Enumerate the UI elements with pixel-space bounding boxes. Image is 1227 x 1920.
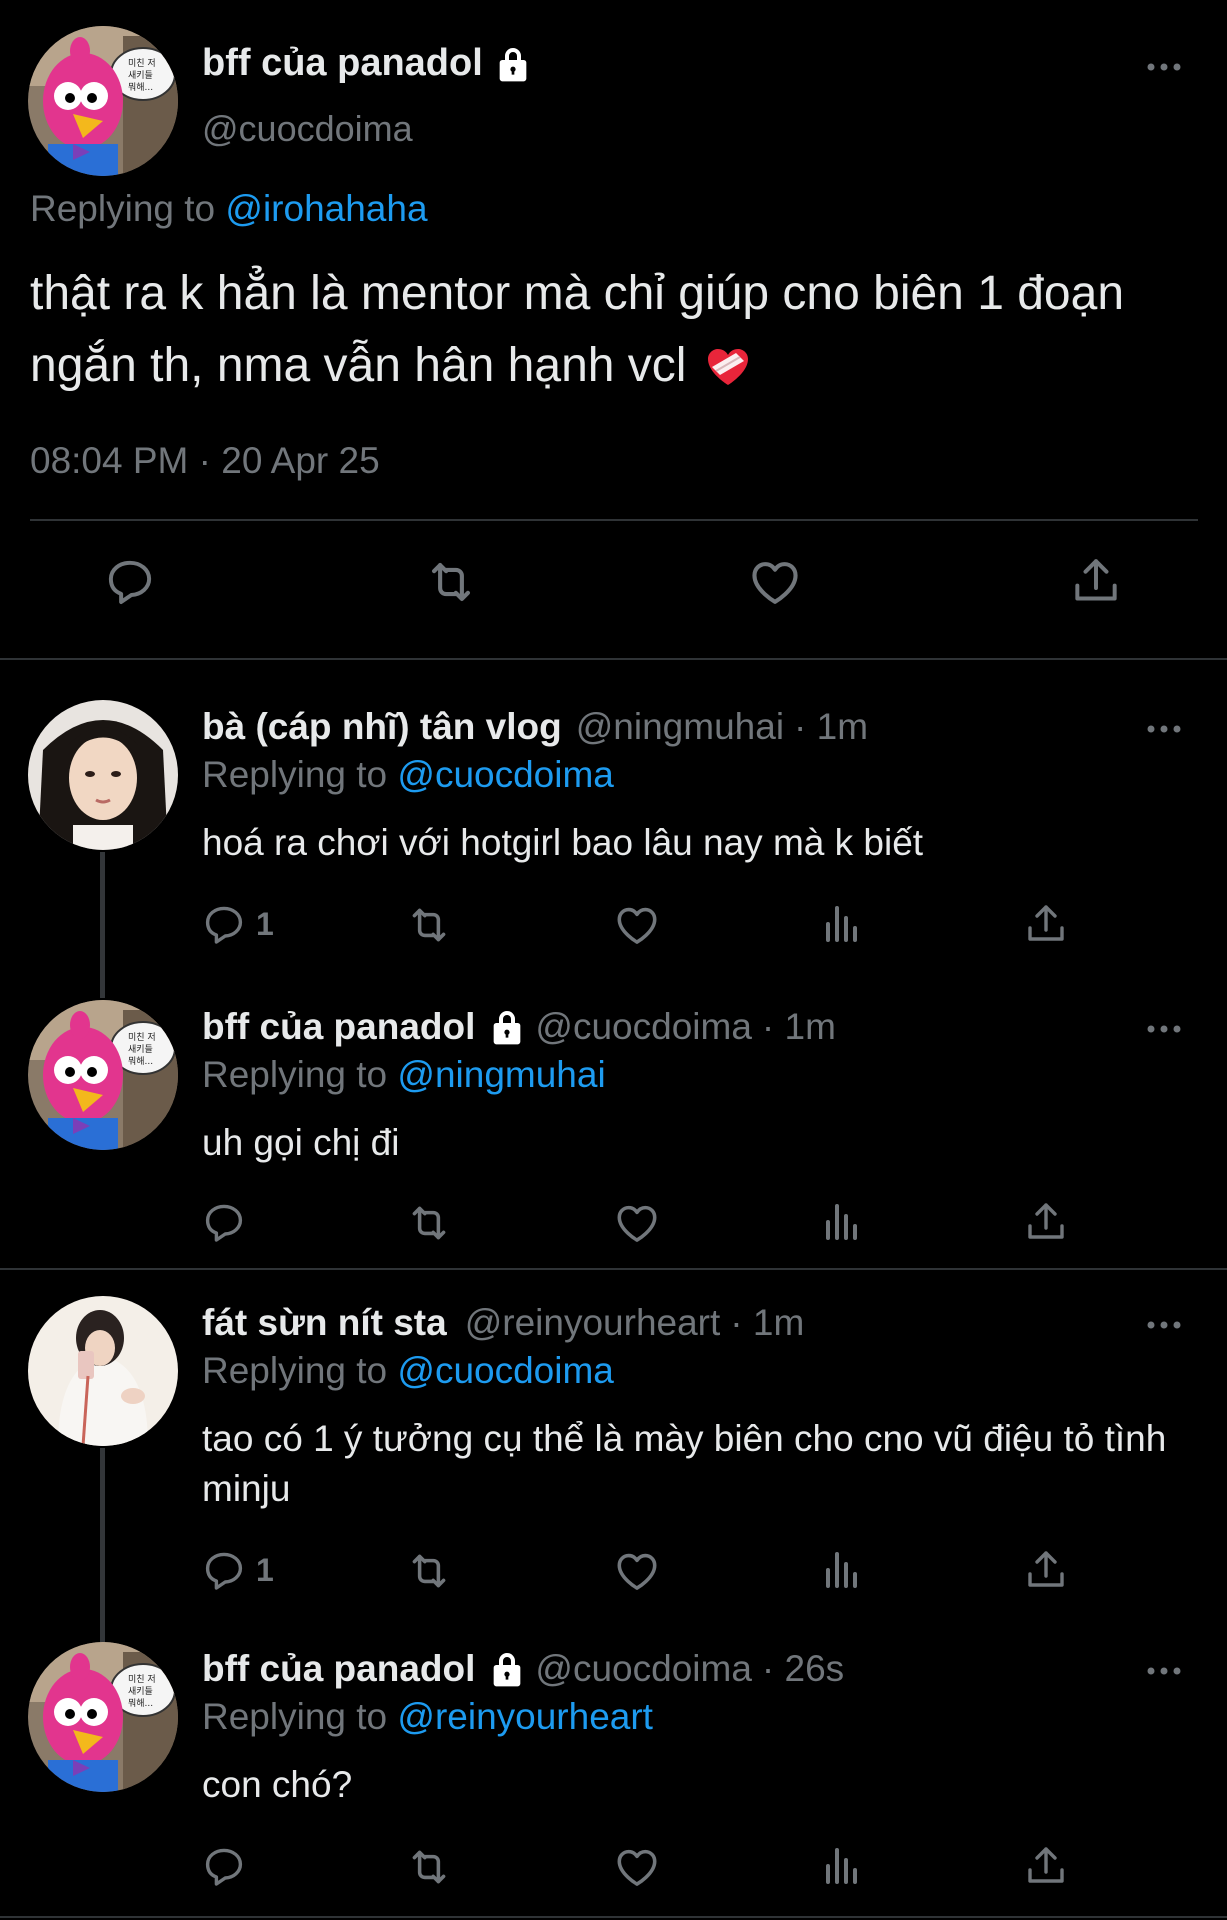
author-name-label: bff của panadol: [202, 42, 483, 84]
reply-time: · 1m: [794, 706, 869, 747]
like-icon[interactable]: [612, 1842, 662, 1892]
like-icon[interactable]: [612, 1546, 662, 1596]
more-icon[interactable]: [1146, 1024, 1182, 1034]
retweet-icon[interactable]: [422, 553, 480, 611]
tweet-text-body: thật ra k hẳn là mentor mà chỉ giúp cno …: [30, 267, 1125, 392]
replying-to-link[interactable]: @reinyourheart: [397, 1696, 653, 1737]
heart-with-bandage-icon: [706, 347, 750, 387]
replying-prefix: Replying to: [30, 188, 216, 229]
share-icon[interactable]: [1022, 1842, 1070, 1890]
replying-to: Replying to @reinyourheart: [202, 1696, 653, 1738]
author-handle[interactable]: @cuocdoima: [535, 1648, 752, 1690]
avatar[interactable]: [28, 700, 178, 850]
reply-tweet[interactable]: bà (cáp nhĩ) tân vlog @ningmuhai · 1m Re…: [0, 700, 1227, 1000]
timestamp[interactable]: 08:04 PM · 20 Apr 25: [30, 440, 380, 482]
reply-header: fát sừn nít sta @reinyourheart · 1m: [202, 1302, 804, 1344]
reply-count: 1: [256, 1551, 274, 1588]
share-icon[interactable]: [1022, 900, 1070, 948]
author-name[interactable]: fát sừn nít sta: [202, 1302, 447, 1344]
more-icon[interactable]: [1146, 1320, 1182, 1330]
author-handle[interactable]: @reinyourheart: [465, 1302, 721, 1344]
divider: [0, 1268, 1227, 1270]
divider: [0, 1916, 1227, 1918]
author-name[interactable]: bff của panadol: [202, 1006, 475, 1048]
author-name[interactable]: bff của panadol: [202, 1648, 475, 1690]
reply-text: uh gọi chị đi: [202, 1122, 400, 1163]
views-icon[interactable]: [818, 1198, 866, 1246]
retweet-icon[interactable]: [404, 1546, 454, 1596]
reply-tweet[interactable]: fát sừn nít sta @reinyourheart · 1m Repl…: [0, 1296, 1227, 1642]
tweet-text: thật ra k hẳn là mentor mà chỉ giúp cno …: [30, 258, 1200, 402]
replying-to: Replying to @cuocdoima: [202, 1350, 614, 1392]
author-name[interactable]: bà (cáp nhĩ) tân vlog: [202, 706, 562, 748]
replying-prefix: Replying to: [202, 1696, 388, 1737]
replying-prefix: Replying to: [202, 1054, 388, 1095]
views-icon[interactable]: [818, 1546, 866, 1594]
replying-to-link[interactable]: @irohahaha: [225, 188, 427, 229]
reply-icon[interactable]: [102, 553, 158, 609]
reply-tweet[interactable]: bff của panadol @cuocdoima · 26s Replyin…: [0, 1642, 1227, 1918]
reply-time: · 1m: [730, 1302, 805, 1343]
lock-icon: [491, 1650, 523, 1688]
lock-icon: [497, 45, 529, 83]
views-icon[interactable]: [818, 1842, 866, 1890]
avatar[interactable]: [28, 1642, 178, 1792]
action-bar: [0, 1198, 1227, 1254]
retweet-icon[interactable]: [404, 900, 454, 950]
reply-time: · 26s: [761, 1648, 845, 1689]
replying-to-link[interactable]: @cuocdoima: [397, 754, 614, 795]
reply-text: tao có 1 ý tưởng cụ thể là mày biên cho …: [202, 1418, 1167, 1509]
like-icon[interactable]: [612, 1198, 662, 1248]
share-icon[interactable]: [1022, 1198, 1070, 1246]
action-bar: 1: [0, 900, 1227, 956]
author-handle[interactable]: @cuocdoima: [202, 108, 413, 150]
replying-prefix: Replying to: [202, 754, 388, 795]
avatar[interactable]: [28, 1000, 178, 1150]
share-icon[interactable]: [1068, 553, 1124, 609]
avatar[interactable]: [28, 1296, 178, 1446]
replying-to: Replying to @ningmuhai: [202, 1054, 606, 1096]
replying-to-link[interactable]: @cuocdoima: [397, 1350, 614, 1391]
like-icon[interactable]: [612, 900, 662, 950]
action-bar: [0, 1842, 1227, 1898]
reply-tweet[interactable]: bff của panadol @cuocdoima · 1m Replying…: [0, 1000, 1227, 1268]
views-icon[interactable]: [818, 900, 866, 948]
replying-to: Replying to @cuocdoima: [202, 754, 614, 796]
action-bar: 1: [0, 1546, 1227, 1602]
avatar[interactable]: [28, 26, 178, 176]
author-name[interactable]: bff của panadol: [202, 42, 529, 85]
divider: [0, 658, 1227, 660]
reply-text: con chó?: [202, 1764, 353, 1805]
share-icon[interactable]: [1022, 1546, 1070, 1594]
more-icon[interactable]: [1146, 62, 1182, 72]
replying-to-link[interactable]: @ningmuhai: [397, 1054, 605, 1095]
reply-time: · 1m: [761, 1006, 836, 1047]
reply-icon[interactable]: [200, 1198, 248, 1246]
reply-header: bff của panadol @cuocdoima · 1m: [202, 1006, 836, 1048]
divider: [30, 519, 1198, 521]
reply-text: hoá ra chơi với hotgirl bao lâu nay mà k…: [202, 822, 924, 863]
more-icon[interactable]: [1146, 724, 1182, 734]
action-bar: [0, 553, 1227, 623]
replying-prefix: Replying to: [202, 1350, 388, 1391]
reply-icon[interactable]: 1: [200, 1546, 274, 1594]
reply-header: bff của panadol @cuocdoima · 26s: [202, 1648, 844, 1690]
like-icon[interactable]: [746, 553, 804, 611]
retweet-icon[interactable]: [404, 1198, 454, 1248]
reply-header: bà (cáp nhĩ) tân vlog @ningmuhai · 1m: [202, 706, 868, 748]
main-tweet: bff của panadol @cuocdoima Replying to @…: [0, 0, 1227, 658]
reply-icon[interactable]: 1: [200, 900, 274, 948]
reply-count: 1: [256, 905, 274, 942]
reply-icon[interactable]: [200, 1842, 248, 1890]
lock-icon: [491, 1008, 523, 1046]
author-handle[interactable]: @ningmuhai: [576, 706, 784, 748]
author-handle[interactable]: @cuocdoima: [535, 1006, 752, 1048]
replying-to: Replying to @irohahaha: [30, 188, 428, 230]
retweet-icon[interactable]: [404, 1842, 454, 1892]
more-icon[interactable]: [1146, 1666, 1182, 1676]
thread-line: [100, 1448, 105, 1642]
